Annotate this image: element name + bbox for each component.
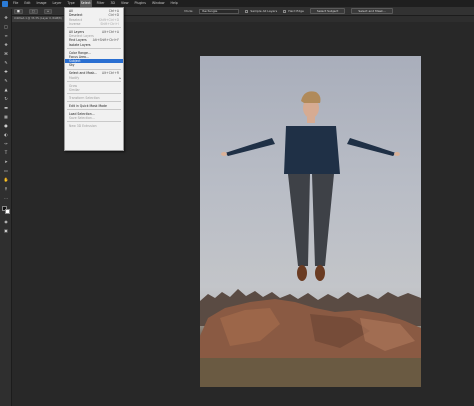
menu-filter[interactable]: Filter [96, 0, 106, 7]
rectangle-icon[interactable]: ▭ [3, 168, 9, 173]
eraser-icon[interactable]: ▬ [3, 105, 9, 110]
add-selection-button[interactable]: + [43, 8, 53, 14]
menu-item-similar[interactable]: Similar [65, 88, 123, 92]
history-brush-icon[interactable]: ↻ [3, 96, 9, 101]
menu-select[interactable]: Select [79, 0, 92, 7]
tool-preset-button[interactable]: ■ [14, 8, 23, 14]
quick-mask-icon[interactable]: ◉ [3, 219, 9, 224]
gradient-icon[interactable]: ▦ [3, 114, 9, 119]
select-subject-button[interactable]: Select Subject [309, 8, 346, 14]
menu-item-sky[interactable]: Sky [65, 63, 123, 67]
menu-separator [67, 109, 121, 111]
photo-levitating-man[interactable] [200, 56, 421, 387]
blur-icon[interactable]: ● [3, 123, 9, 128]
pen-icon[interactable]: ✑ [3, 141, 9, 146]
menu-separator [67, 48, 121, 50]
screen-mode-icon[interactable]: ▣ [3, 228, 9, 233]
hand-icon[interactable]: ✋ [3, 177, 9, 182]
sample-all-layers-checkbox[interactable]: Sample All Layers [245, 9, 277, 13]
crop-icon[interactable]: ⌘ [3, 51, 9, 56]
submenu-arrow-icon: ▸ [119, 75, 121, 80]
menu-separator [67, 27, 121, 29]
marquee-icon[interactable]: □ [3, 24, 9, 29]
new-selection-button[interactable]: □ [28, 8, 38, 14]
menu-window[interactable]: Window [151, 0, 166, 7]
brush-icon[interactable]: ✎ [3, 78, 9, 83]
menu-edit[interactable]: Edit [23, 0, 31, 7]
hard-edge-checkbox[interactable]: Hard Edge [283, 9, 304, 13]
photoshop-logo-icon [2, 0, 8, 7]
menu-separator [67, 69, 121, 71]
menu-type[interactable]: Type [66, 0, 75, 7]
zoom-icon[interactable]: ⚲ [3, 186, 9, 191]
healing-icon[interactable]: ✚ [3, 69, 9, 74]
menu-bar: File Edit Image Layer Type Select Filter… [0, 0, 474, 7]
menu-item-save-selection[interactable]: Save Selection... [65, 116, 123, 120]
menu-layer[interactable]: Layer [52, 0, 63, 7]
move-icon[interactable]: ✥ [3, 15, 9, 20]
path-select-icon[interactable]: ➤ [3, 159, 9, 164]
menu-3d[interactable]: 3D [109, 0, 115, 7]
type-icon[interactable]: T [3, 150, 9, 155]
stamp-icon[interactable]: ▲ [3, 87, 9, 92]
menu-item-quick-mask[interactable]: Edit in Quick Mask Mode [65, 104, 123, 108]
quick-select-icon[interactable]: ❖ [3, 42, 9, 47]
menu-item-modify[interactable]: Modify ▸ [65, 76, 123, 80]
menu-image[interactable]: Image [36, 0, 48, 7]
menu-help[interactable]: Help [170, 0, 179, 7]
menu-view[interactable]: View [120, 0, 130, 7]
background-color-swatch[interactable] [5, 209, 10, 214]
menu-plugins[interactable]: Plugins [134, 0, 147, 7]
lasso-icon[interactable]: ∞ [3, 33, 9, 38]
mode-select[interactable]: Rectangle [199, 8, 240, 14]
select-and-mask-button[interactable]: Select and Mask... [351, 8, 393, 14]
menu-separator [67, 101, 121, 103]
eyedropper-icon[interactable]: ✎ [3, 60, 9, 65]
mode-label: Mode: [184, 9, 194, 13]
tools-panel: ✥ □ ∞ ❖ ⌘ ✎ ✚ ✎ ▲ ↻ ▬ ▦ ● ◐ ✑ T ➤ ▭ ✋ ⚲ … [0, 9, 12, 406]
more-tools-icon[interactable]: … [3, 195, 9, 200]
menu-item-isolate-layers[interactable]: Isolate Layers [65, 43, 123, 47]
menu-separator [67, 121, 121, 123]
menu-separator [67, 81, 121, 83]
menu-item-new-3d-extrusion[interactable]: New 3D Extrusion [65, 124, 123, 128]
menu-file[interactable]: File [12, 0, 19, 7]
menu-separator [67, 93, 121, 95]
select-menu-dropdown: All Ctrl+A Deselect Ctrl+D Reselect Shift+C… [64, 7, 124, 151]
menu-item-transform-selection[interactable]: Transform Selection [65, 96, 123, 100]
menu-item-inverse[interactable]: Inverse Shift+Ctrl+I [65, 22, 123, 26]
dodge-icon[interactable]: ◐ [3, 132, 9, 137]
